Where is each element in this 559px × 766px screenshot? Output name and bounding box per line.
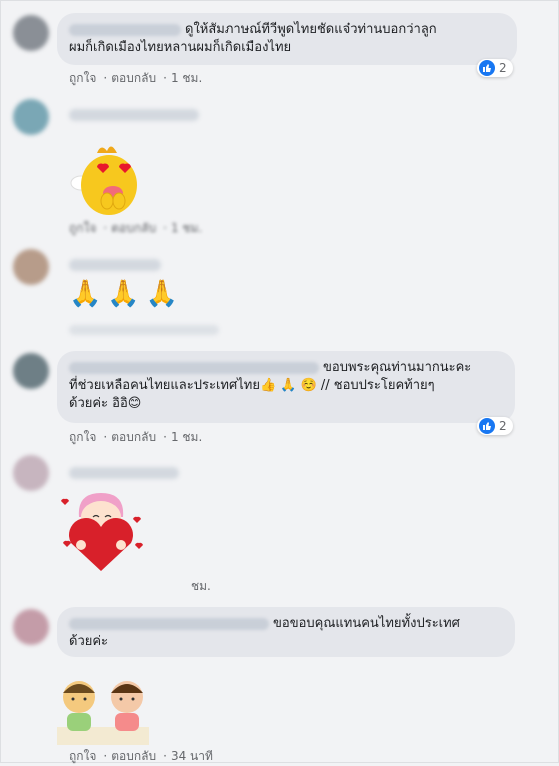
avatar[interactable] [13, 609, 49, 645]
girl-hugging-heart-sticker [57, 487, 147, 577]
reply-link[interactable]: ตอบกลับ [111, 71, 156, 85]
reaction-count[interactable]: 2 [477, 417, 513, 435]
avatar[interactable] [13, 15, 49, 51]
comment-text-line2: ผมก็เกิดเมืองไทยหลานผมก็เกิดเมืองไทย [69, 40, 292, 55]
emoji-row: 🙏 🙏 🙏 [69, 279, 184, 309]
avatar[interactable] [13, 353, 49, 389]
comment-meta: ถูกใจ · ตอบกลับ · 34 นาที [69, 749, 213, 763]
like-link[interactable]: ถูกใจ [69, 71, 96, 85]
comment-text-line1: ขอบพระคุณท่านมากนะคะ [323, 360, 472, 375]
commenter-name[interactable] [69, 361, 319, 374]
commenter-name[interactable] [69, 109, 199, 121]
comment-bubble: ขอบพระคุณท่านมากนะคะ ที่ช่วยเหลือคนไทยแล… [57, 351, 515, 423]
avatar[interactable] [13, 249, 49, 285]
commenter-name[interactable] [69, 617, 269, 630]
comment-text-line1: ดูให้สัมภาษณ์ทีวีพูดไทยชัดแจ๋วท่านบอกว่า… [185, 22, 437, 37]
like-link[interactable]: ถูกใจ [69, 221, 96, 235]
avatar[interactable] [13, 99, 49, 135]
folded-hands-emoji: 🙏 [107, 279, 140, 309]
comment-text-line1: ขอขอบคุณแทนคนไทยทั้งประเทศ [273, 616, 460, 631]
like-reaction-icon [479, 60, 495, 76]
hearts-eyes-chick-sticker [67, 139, 147, 219]
timestamp[interactable]: ชม. [191, 579, 211, 593]
comment-meta [69, 325, 219, 335]
comment-bubble: ขอขอบคุณแทนคนไทยทั้งประเทศ ด้วยค่ะ [57, 607, 515, 657]
comment-bubble: ดูให้สัมภาษณ์ทีวีพูดไทยชัดแจ๋วท่านบอกว่า… [57, 13, 517, 65]
timestamp[interactable]: 34 นาที [171, 749, 213, 763]
comments-panel: ดูให้สัมภาษณ์ทีวีพูดไทยชัดแจ๋วท่านบอกว่า… [0, 0, 559, 763]
timestamp[interactable]: 1 ชม. [171, 430, 202, 444]
folded-hands-emoji: 🙏 [69, 279, 102, 309]
like-link[interactable]: ถูกใจ [69, 749, 96, 763]
comment-meta: ถูกใจ · ตอบกลับ · 1 ชม. [69, 71, 203, 85]
comment-meta: ชม. [191, 577, 214, 596]
commenter-name[interactable] [69, 23, 181, 36]
commenter-name[interactable] [69, 259, 161, 271]
like-link[interactable]: ถูกใจ [69, 430, 96, 444]
reply-link[interactable]: ตอบกลับ [111, 749, 156, 763]
timestamp[interactable]: 1 ชม. [171, 71, 202, 85]
comment-text-line2: ด้วยค่ะ [69, 634, 109, 649]
reaction-count[interactable]: 2 [477, 59, 513, 77]
avatar[interactable] [13, 455, 49, 491]
comment-meta: ถูกใจ · ตอบกลับ · 1 ชม. [69, 221, 203, 235]
reply-link[interactable]: ตอบกลับ [111, 221, 156, 235]
comment-text-line3: ด้วยค่ะ อิอิ😊 [69, 396, 142, 411]
comment-text-line2: ที่ช่วยเหลือคนไทยและประเทศไทย👍 🙏 ☺️ // ช… [69, 378, 435, 393]
timestamp[interactable]: 1 ชม. [171, 221, 202, 235]
like-reaction-icon [479, 418, 495, 434]
folded-hands-emoji: 🙏 [145, 279, 179, 309]
comment-meta: ถูกใจ · ตอบกลับ · 1 ชม. [69, 430, 203, 444]
commenter-name[interactable] [69, 467, 179, 479]
reply-link[interactable]: ตอบกลับ [111, 430, 156, 444]
two-kids-sticker [57, 675, 149, 745]
